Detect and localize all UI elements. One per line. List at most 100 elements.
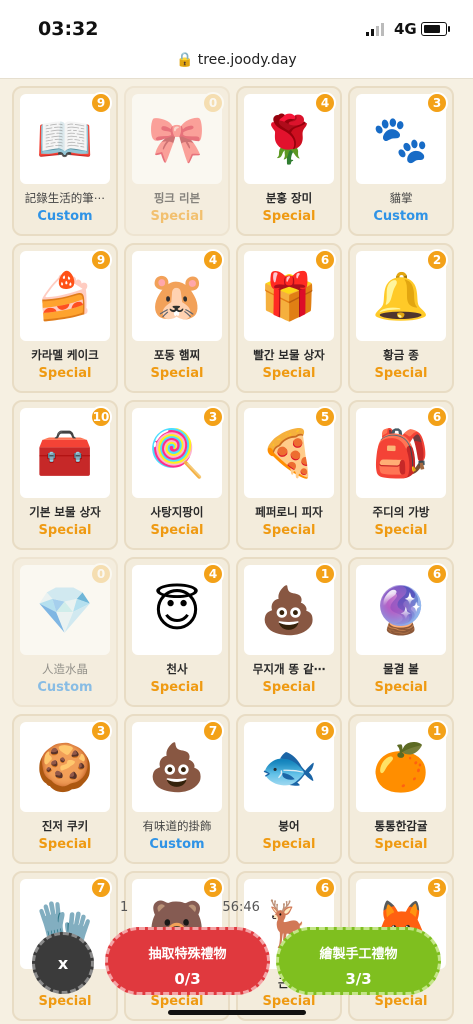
- gift-type: Custom: [37, 209, 93, 224]
- gift-name: 記錄生活的筆⋯: [24, 191, 106, 205]
- count-badge: 0: [202, 92, 224, 114]
- gift-icon: 🧰: [36, 426, 94, 480]
- gift-card[interactable]: 🍕 5 페퍼로니 피자 Special: [236, 400, 342, 550]
- gift-type: Custom: [37, 680, 93, 695]
- gift-type: Special: [38, 523, 92, 538]
- gift-card[interactable]: 🍪 3 진저 쿠키 Special: [12, 714, 118, 864]
- count-badge: 3: [202, 877, 224, 899]
- gift-type: Special: [262, 523, 316, 538]
- gift-name: 기본 보물 상자: [29, 505, 101, 519]
- gift-card[interactable]: 💩 1 무지개 똥 같⋯ Special: [236, 557, 342, 707]
- gift-type: Special: [150, 994, 204, 1009]
- count-badge: 3: [202, 406, 224, 428]
- signal-icon: [366, 23, 384, 36]
- gift-type: Special: [374, 680, 428, 695]
- gift-icon: 🔔: [372, 269, 430, 323]
- gift-card[interactable]: 🌹 4 분홍 장미 Special: [236, 86, 342, 236]
- gift-name: 주디의 가방: [372, 505, 430, 519]
- gift-card[interactable]: 🍰 9 카라멜 케이크 Special: [12, 243, 118, 393]
- gift-name: 붕어: [278, 819, 300, 833]
- address-bar[interactable]: 🔒 tree.joody.day: [0, 52, 473, 68]
- gift-type: Custom: [373, 209, 429, 224]
- count-badge: 3: [426, 877, 448, 899]
- gift-card[interactable]: 🎁 6 빨간 보물 상자 Special: [236, 243, 342, 393]
- gift-type: Special: [38, 837, 92, 852]
- gift-type: Special: [374, 366, 428, 381]
- gift-name: 물결 볼: [383, 662, 419, 676]
- battery-icon: [421, 22, 450, 36]
- gift-icon: 💩: [260, 583, 318, 637]
- count-badge: 9: [90, 249, 112, 271]
- gift-icon: 🍪: [36, 740, 94, 794]
- gift-card[interactable]: 🔮 6 물결 볼 Special: [348, 557, 454, 707]
- gift-name: 有味道的掛飾: [142, 819, 212, 833]
- gift-name: 핑크 리본: [153, 191, 201, 205]
- gift-type: Special: [150, 680, 204, 695]
- gift-name: 人造水晶: [42, 662, 88, 676]
- gift-icon: 🍊: [372, 740, 430, 794]
- gift-name: 페퍼로니 피자: [255, 505, 323, 519]
- gift-card[interactable]: 🎀 0 핑크 리본 Special: [124, 86, 230, 236]
- gift-card[interactable]: 🐾 3 貓掌 Custom: [348, 86, 454, 236]
- network-type: 4G: [394, 20, 417, 38]
- gift-icon: 🍰: [36, 269, 94, 323]
- gift-icon: 🐟: [260, 740, 318, 794]
- gift-type: Special: [38, 366, 92, 381]
- gift-card[interactable]: 😇 4 천사 Special: [124, 557, 230, 707]
- gift-card[interactable]: 💎 0 人造水晶 Custom: [12, 557, 118, 707]
- gift-icon: 🎁: [260, 269, 318, 323]
- count-badge: 4: [202, 249, 224, 271]
- count-badge: 1: [314, 563, 336, 585]
- gift-type: Special: [374, 837, 428, 852]
- gift-type: Special: [374, 523, 428, 538]
- gift-card[interactable]: 🍊 1 통통한감귤 Special: [348, 714, 454, 864]
- gift-icon: 🐾: [372, 112, 430, 166]
- gift-name: 빨간 보물 상자: [253, 348, 325, 362]
- gift-type: Special: [262, 366, 316, 381]
- gift-icon: 🌹: [260, 112, 318, 166]
- gift-card[interactable]: 🐹 4 포동 햄찌 Special: [124, 243, 230, 393]
- gift-card[interactable]: 🐟 9 붕어 Special: [236, 714, 342, 864]
- gift-name: 포동 햄찌: [153, 348, 201, 362]
- gift-card[interactable]: 🧰 10 기본 보물 상자 Special: [12, 400, 118, 550]
- gift-card[interactable]: 📖 9 記錄生活的筆⋯ Custom: [12, 86, 118, 236]
- status-bar: 03:32 4G 🔒 tree.joody.day: [0, 0, 473, 79]
- gift-name: 카라멜 케이크: [31, 348, 99, 362]
- gift-name: 천사: [166, 662, 188, 676]
- lock-icon: 🔒: [176, 52, 194, 68]
- count-badge: 2: [426, 249, 448, 271]
- gift-name: 통통한감귤: [374, 819, 428, 833]
- count-badge: 6: [426, 563, 448, 585]
- gift-icon: 📖: [36, 112, 94, 166]
- gift-type: Custom: [149, 837, 205, 852]
- count-badge: 4: [202, 563, 224, 585]
- gift-name: 황금 종: [383, 348, 419, 362]
- gift-type: Special: [150, 209, 204, 224]
- craft-count: 3/3: [345, 970, 372, 988]
- count-badge: 7: [90, 877, 112, 899]
- close-icon: x: [57, 953, 69, 973]
- count-badge: 9: [90, 92, 112, 114]
- draw-count: 0/3: [174, 970, 201, 988]
- count-badge: 6: [314, 877, 336, 899]
- count-badge: 7: [202, 720, 224, 742]
- count-badge: 9: [314, 720, 336, 742]
- gift-card[interactable]: 🔔 2 황금 종 Special: [348, 243, 454, 393]
- gift-type: Special: [262, 680, 316, 695]
- gift-card[interactable]: 💩 7 有味道的掛飾 Custom: [124, 714, 230, 864]
- craft-gift-button[interactable]: 繪製手工禮物 3/3: [276, 927, 441, 995]
- clock: 03:32: [38, 18, 99, 40]
- gift-name: 사탕지팡이: [150, 505, 204, 519]
- gift-type: Special: [374, 994, 428, 1009]
- gift-type: Special: [262, 994, 316, 1009]
- gift-type: Special: [262, 837, 316, 852]
- craft-label: 繪製手工禮物: [319, 947, 398, 962]
- count-badge: 10: [90, 406, 112, 428]
- count-badge: 3: [426, 92, 448, 114]
- gift-type: Special: [38, 994, 92, 1009]
- gift-card[interactable]: 🎒 6 주디의 가방 Special: [348, 400, 454, 550]
- close-button[interactable]: x: [32, 932, 94, 994]
- gift-card[interactable]: 🍭 3 사탕지팡이 Special: [124, 400, 230, 550]
- timer-clock: 56:46: [222, 900, 260, 915]
- draw-special-gift-button[interactable]: 抽取特殊禮物 0/3: [105, 927, 270, 995]
